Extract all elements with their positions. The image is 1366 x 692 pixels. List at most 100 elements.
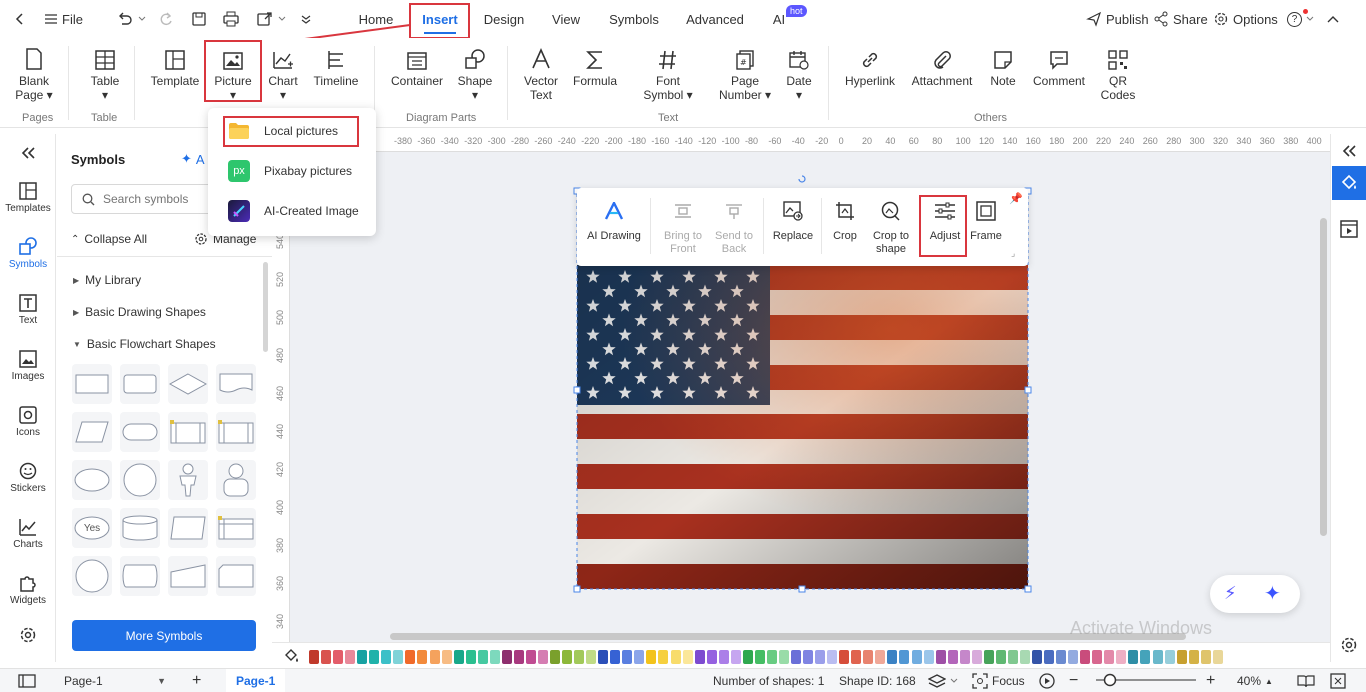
color-swatch[interactable] bbox=[935, 650, 946, 664]
container-button[interactable]: Container bbox=[388, 44, 446, 88]
rail-symbols[interactable]: Symbols bbox=[0, 236, 56, 270]
color-swatch[interactable] bbox=[513, 650, 524, 664]
color-swatch[interactable] bbox=[477, 650, 488, 664]
color-swatch[interactable] bbox=[730, 650, 741, 664]
date-button[interactable]: Date ▾ bbox=[782, 44, 816, 102]
tab-view[interactable]: View bbox=[540, 0, 592, 38]
tab-symbols[interactable]: Symbols bbox=[603, 0, 665, 38]
color-swatch[interactable] bbox=[694, 650, 705, 664]
collapse-ribbon-button[interactable] bbox=[1326, 0, 1340, 38]
ai-sparkle-icon[interactable]: ✦ bbox=[1264, 581, 1281, 606]
zoom-level[interactable]: 40% ▲ bbox=[1237, 669, 1277, 692]
qr-codes-button[interactable]: QR Codes bbox=[1098, 44, 1138, 102]
shape-process[interactable] bbox=[72, 364, 112, 404]
color-swatch[interactable] bbox=[465, 650, 476, 664]
timeline-button[interactable]: Timeline bbox=[310, 44, 362, 88]
book-view-button[interactable] bbox=[1297, 669, 1315, 692]
color-swatch[interactable] bbox=[803, 650, 814, 664]
redo-button[interactable] bbox=[158, 0, 174, 38]
color-swatch[interactable] bbox=[1019, 650, 1030, 664]
font-symbol-button[interactable]: Font Symbol ▾ bbox=[638, 44, 698, 102]
shape-decision[interactable] bbox=[168, 364, 208, 404]
color-swatch[interactable] bbox=[1164, 650, 1175, 664]
zoom-slider-thumb[interactable] bbox=[1103, 673, 1117, 687]
library-basic-drawing-shapes[interactable]: ▶ Basic Drawing Shapes bbox=[73, 305, 206, 319]
color-swatch[interactable] bbox=[598, 650, 609, 664]
color-swatch[interactable] bbox=[670, 650, 681, 664]
color-swatch[interactable] bbox=[1116, 650, 1127, 664]
color-swatch[interactable] bbox=[550, 650, 560, 664]
blank-page-button[interactable]: Blank Page ▾ bbox=[14, 44, 54, 102]
color-swatch[interactable] bbox=[718, 650, 729, 664]
zoom-in-button[interactable]: + bbox=[1206, 669, 1215, 692]
fill-tool-button[interactable] bbox=[284, 648, 302, 664]
tab-ai[interactable]: AI bbox=[768, 0, 790, 38]
color-swatch[interactable] bbox=[574, 650, 585, 664]
color-swatch[interactable] bbox=[1056, 650, 1067, 664]
canvas-vertical-scrollbar[interactable] bbox=[1320, 218, 1327, 536]
shape-button[interactable]: Shape ▾ bbox=[455, 44, 495, 102]
shape-card[interactable] bbox=[216, 556, 256, 596]
shape-terminator[interactable] bbox=[120, 412, 160, 452]
color-swatch[interactable] bbox=[610, 650, 621, 664]
table-button[interactable]: Table ▾ bbox=[86, 44, 124, 102]
color-swatch[interactable] bbox=[441, 650, 452, 664]
chart-button[interactable]: Chart ▾ bbox=[264, 44, 302, 102]
color-swatch[interactable] bbox=[1212, 650, 1223, 664]
collapse-all-button[interactable]: ⌃ Collapse All bbox=[71, 232, 147, 246]
color-swatch[interactable] bbox=[1188, 650, 1199, 664]
options-button[interactable]: Options bbox=[1213, 0, 1278, 38]
color-swatch[interactable] bbox=[899, 650, 910, 664]
vector-text-button[interactable]: Vector Text bbox=[520, 44, 562, 102]
color-swatch[interactable] bbox=[1068, 650, 1079, 664]
shape-person[interactable] bbox=[216, 460, 256, 500]
color-swatch[interactable] bbox=[911, 650, 922, 664]
page-select[interactable]: Page-1 ▼ bbox=[56, 669, 166, 692]
menu-item-local-pictures[interactable]: Local pictures bbox=[228, 118, 338, 144]
rail-settings[interactable] bbox=[0, 626, 56, 644]
color-swatch[interactable] bbox=[923, 650, 934, 664]
collapse-panel-button[interactable] bbox=[0, 146, 56, 160]
save-button[interactable] bbox=[191, 0, 207, 38]
tab-insert[interactable]: Insert bbox=[412, 0, 468, 38]
color-swatch[interactable] bbox=[791, 650, 801, 664]
shape-predefined-process[interactable] bbox=[168, 412, 208, 452]
print-button[interactable] bbox=[222, 0, 240, 38]
formula-button[interactable]: Formula bbox=[570, 44, 620, 88]
help-button[interactable]: ? bbox=[1287, 0, 1314, 38]
rail-charts[interactable]: Charts bbox=[0, 518, 56, 550]
color-swatch[interactable] bbox=[1140, 650, 1151, 664]
tab-design[interactable]: Design bbox=[476, 0, 532, 38]
color-swatch[interactable] bbox=[1176, 650, 1187, 664]
add-page-button[interactable]: + bbox=[192, 669, 201, 692]
color-swatch[interactable] bbox=[1044, 650, 1055, 664]
color-swatch[interactable] bbox=[1032, 650, 1042, 664]
toggle-sidebar-button[interactable] bbox=[18, 669, 36, 692]
library-basic-flowchart-shapes[interactable]: ▼ Basic Flowchart Shapes bbox=[73, 337, 216, 351]
expand-right-panel-button[interactable] bbox=[1341, 144, 1357, 158]
focus-button[interactable]: Focus bbox=[972, 669, 1025, 692]
color-swatch[interactable] bbox=[682, 650, 693, 664]
ai-symbols-button[interactable]: ✦ A bbox=[181, 151, 205, 167]
color-swatch[interactable] bbox=[839, 650, 850, 664]
frame-button[interactable]: Frame bbox=[967, 198, 1005, 243]
color-swatch[interactable] bbox=[381, 650, 392, 664]
play-button[interactable] bbox=[1039, 669, 1055, 692]
file-menu[interactable]: File bbox=[44, 0, 83, 38]
color-swatch[interactable] bbox=[863, 650, 874, 664]
color-swatch[interactable] bbox=[778, 650, 789, 664]
rail-stickers[interactable]: Stickers bbox=[0, 462, 56, 494]
undo-button[interactable] bbox=[116, 0, 146, 38]
page-tab-page-1[interactable]: Page-1 bbox=[226, 669, 286, 692]
rail-templates[interactable]: Templates bbox=[0, 182, 56, 214]
crop-to-shape-button[interactable]: Crop to shape bbox=[867, 198, 915, 256]
note-button[interactable]: Note bbox=[986, 44, 1020, 88]
color-swatch[interactable] bbox=[1080, 650, 1091, 664]
color-swatch[interactable] bbox=[815, 650, 826, 664]
color-swatch[interactable] bbox=[501, 650, 512, 664]
color-swatch[interactable] bbox=[995, 650, 1006, 664]
color-swatch[interactable] bbox=[1104, 650, 1115, 664]
color-swatch[interactable] bbox=[357, 650, 368, 664]
shape-connector[interactable] bbox=[72, 556, 112, 596]
canvas-horizontal-scrollbar[interactable] bbox=[390, 633, 1186, 640]
